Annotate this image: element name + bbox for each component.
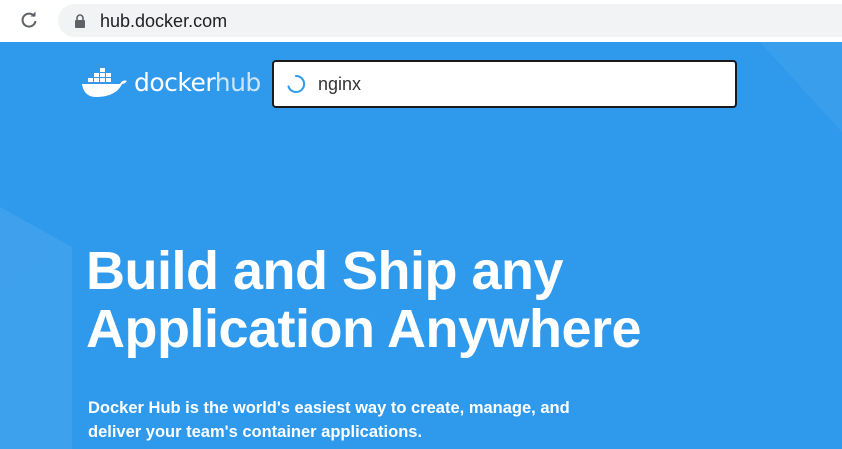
- hero-title-line-1: Build and Ship any: [86, 241, 564, 301]
- browser-toolbar: hub.docker.com: [0, 0, 842, 42]
- logo-text: dockerhub: [134, 68, 261, 97]
- hero-subtitle-line-2: deliver your team's container applicatio…: [88, 423, 423, 441]
- search-box[interactable]: [272, 60, 737, 108]
- hero-subtitle: Docker Hub is the world's easiest way to…: [88, 396, 628, 444]
- search-input[interactable]: [318, 70, 718, 98]
- loading-spinner-icon: [287, 74, 306, 93]
- address-bar[interactable]: hub.docker.com: [58, 4, 842, 37]
- hero-title: Build and Ship any Application Anywhere: [86, 241, 642, 359]
- hero-title-line-2: Application Anywhere: [86, 299, 642, 359]
- hero-section: dockerhub Build and Ship any Application…: [0, 42, 842, 449]
- docker-hub-logo[interactable]: dockerhub: [80, 64, 261, 100]
- url-text[interactable]: hub.docker.com: [100, 10, 227, 32]
- logo-text-docker: docker: [134, 67, 215, 97]
- reload-icon: [21, 11, 37, 28]
- lock-icon: [75, 14, 85, 28]
- logo-text-hub: hub: [214, 67, 262, 97]
- hero-subtitle-line-1: Docker Hub is the world's easiest way to…: [88, 399, 570, 417]
- docker-whale-logo: [82, 68, 127, 97]
- reload-button[interactable]: [18, 9, 40, 31]
